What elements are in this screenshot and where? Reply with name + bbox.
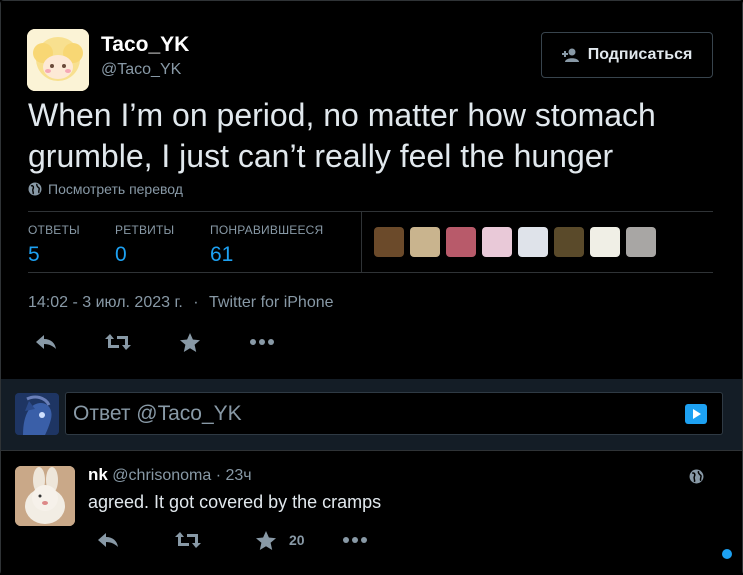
more-dots-icon xyxy=(250,339,274,345)
tweet-frame: Taco_YK @Taco_YK Подписаться When I’m on… xyxy=(0,0,743,575)
liker-avatar[interactable] xyxy=(590,227,620,257)
retweet-icon xyxy=(175,532,201,548)
author-display-name[interactable]: Taco_YK xyxy=(101,33,189,57)
comment-reply-button[interactable] xyxy=(93,525,123,555)
follow-user-icon xyxy=(561,48,579,62)
comment-text: agreed. It got covered by the cramps xyxy=(88,492,382,512)
stat-replies-label: ОТВЕТЫ xyxy=(28,223,80,237)
liker-avatar[interactable] xyxy=(446,227,476,257)
reply-button[interactable] xyxy=(31,327,61,357)
follow-button-label: Подписаться xyxy=(587,46,693,63)
reply-icon xyxy=(98,533,118,547)
comment-like-button[interactable] xyxy=(251,525,281,555)
like-button[interactable] xyxy=(175,327,205,357)
meta-separator: · xyxy=(193,294,199,311)
globe-icon xyxy=(689,469,704,484)
stat-retweets-label: РЕТВИТЫ xyxy=(115,223,175,237)
follow-button[interactable]: Подписаться xyxy=(541,32,713,78)
stat-likes-label: ПОНРАВИВШЕЕСЯ xyxy=(210,223,324,237)
retweet-button[interactable] xyxy=(103,327,133,357)
translate-label: Посмотреть перевод xyxy=(48,181,183,197)
tweet-source: Twitter for iPhone xyxy=(209,294,334,311)
commenter-display-name[interactable]: nk xyxy=(88,465,108,484)
liker-avatar[interactable] xyxy=(626,227,656,257)
stats-divider-top xyxy=(28,211,713,212)
commenter-time[interactable]: 23ч xyxy=(225,467,251,484)
reply-icon xyxy=(36,335,56,349)
reply-tweet: nk @chrisonoma · 23ч agreed. It got cove… xyxy=(1,452,742,575)
stat-retweets[interactable]: РЕТВИТЫ 0 xyxy=(115,223,174,267)
commenter-handle[interactable]: @chrisonoma xyxy=(112,467,211,484)
comment-retweet-button[interactable] xyxy=(173,525,203,555)
stats-divider-bottom xyxy=(28,272,713,273)
reply-input[interactable]: Ответ @Taco_YK xyxy=(65,392,723,435)
liker-avatar[interactable] xyxy=(554,227,584,257)
author-handle[interactable]: @Taco_YK xyxy=(101,61,181,79)
star-icon xyxy=(180,332,200,352)
reply-composer: Ответ @Taco_YK xyxy=(1,379,742,451)
commenter-header: nk @chrisonoma · 23ч xyxy=(88,465,252,485)
tweet-main: Taco_YK @Taco_YK Подписаться When I’m on… xyxy=(1,1,742,379)
author-avatar[interactable] xyxy=(27,29,89,91)
stat-replies[interactable]: ОТВЕТЫ 5 xyxy=(28,223,80,267)
tweet-meta: 14:02 - 3 июл. 2023 г. · Twitter for iPh… xyxy=(28,294,334,312)
reply-placeholder: Ответ @Taco_YK xyxy=(73,402,242,425)
tweet-timestamp[interactable]: 14:02 - 3 июл. 2023 г. xyxy=(28,294,183,311)
star-icon xyxy=(256,530,276,550)
current-user-avatar xyxy=(15,393,59,435)
tweet-text: When I’m on period, no matter how stomac… xyxy=(28,97,656,174)
stat-replies-value: 5 xyxy=(28,243,40,266)
stat-retweets-value: 0 xyxy=(115,243,127,266)
stat-likes[interactable]: ПОНРАВИВШЕЕСЯ 61 xyxy=(210,223,323,267)
stat-likes-value: 61 xyxy=(210,243,234,266)
liker-avatar[interactable] xyxy=(482,227,512,257)
globe-icon xyxy=(28,182,42,196)
liker-avatar[interactable] xyxy=(410,227,440,257)
liker-avatar[interactable] xyxy=(374,227,404,257)
more-dots-icon xyxy=(343,537,367,543)
comment-like-count: 20 xyxy=(289,532,305,548)
send-icon[interactable] xyxy=(685,404,707,424)
more-button[interactable] xyxy=(247,327,277,357)
retweet-icon xyxy=(105,334,131,350)
translate-link[interactable]: Посмотреть перевод xyxy=(28,181,183,197)
comment-translate-button[interactable] xyxy=(689,469,704,489)
unread-indicator xyxy=(722,549,732,559)
stats-vertical-divider xyxy=(361,212,362,272)
comment-more-button[interactable] xyxy=(340,525,370,555)
liker-avatars xyxy=(374,227,656,257)
liker-avatar[interactable] xyxy=(518,227,548,257)
commenter-avatar[interactable] xyxy=(15,466,75,526)
commenter-dot: · xyxy=(215,467,222,484)
